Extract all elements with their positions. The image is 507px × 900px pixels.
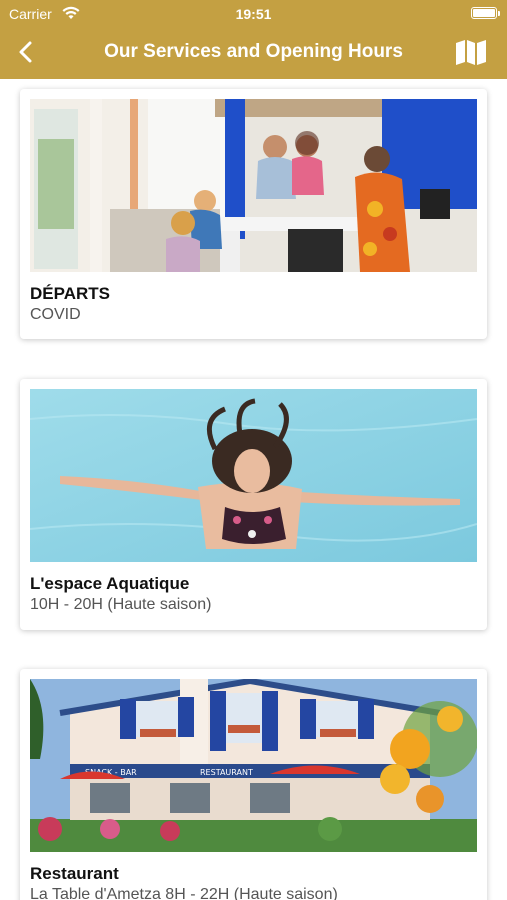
- service-card-departs[interactable]: DÉPARTS COVID: [20, 89, 487, 339]
- restaurant-photo: SNACK - BAR RESTAURANT: [30, 679, 477, 852]
- chevron-left-icon: [19, 41, 32, 63]
- restaurant-sign: RESTAURANT: [200, 768, 253, 777]
- page-title: Our Services and Opening Hours: [104, 41, 403, 62]
- header: Carrier 19:51 Our Services and Opening H…: [0, 0, 507, 79]
- service-card-aquatique[interactable]: L'espace Aquatique 10H - 20H (Haute sais…: [20, 379, 487, 630]
- map-button[interactable]: [453, 38, 489, 66]
- map-icon: [456, 40, 486, 65]
- navigation-bar: Our Services and Opening Hours: [0, 28, 507, 79]
- service-name: DÉPARTS: [30, 284, 110, 303]
- back-button[interactable]: [12, 38, 40, 66]
- service-name: L'espace Aquatique: [30, 574, 190, 593]
- services-list[interactable]: DÉPARTS COVID L'espace Aquatique 10H - 2…: [0, 79, 507, 900]
- service-name: Restaurant: [30, 864, 119, 883]
- clock: 19:51: [235, 6, 272, 22]
- status-bar: Carrier 19:51: [0, 0, 507, 28]
- service-hours: 10H - 20H (Haute saison): [30, 596, 212, 613]
- service-hours: La Table d'Ametza 8H - 22H (Haute saison…: [30, 886, 338, 900]
- service-hours: COVID: [30, 306, 81, 323]
- pool-photo: [30, 389, 477, 562]
- reception-photo: [30, 99, 477, 272]
- battery-icon: [471, 7, 500, 19]
- service-card-restaurant[interactable]: SNACK - BAR RESTAURANT Restaurant La Tab…: [20, 669, 487, 900]
